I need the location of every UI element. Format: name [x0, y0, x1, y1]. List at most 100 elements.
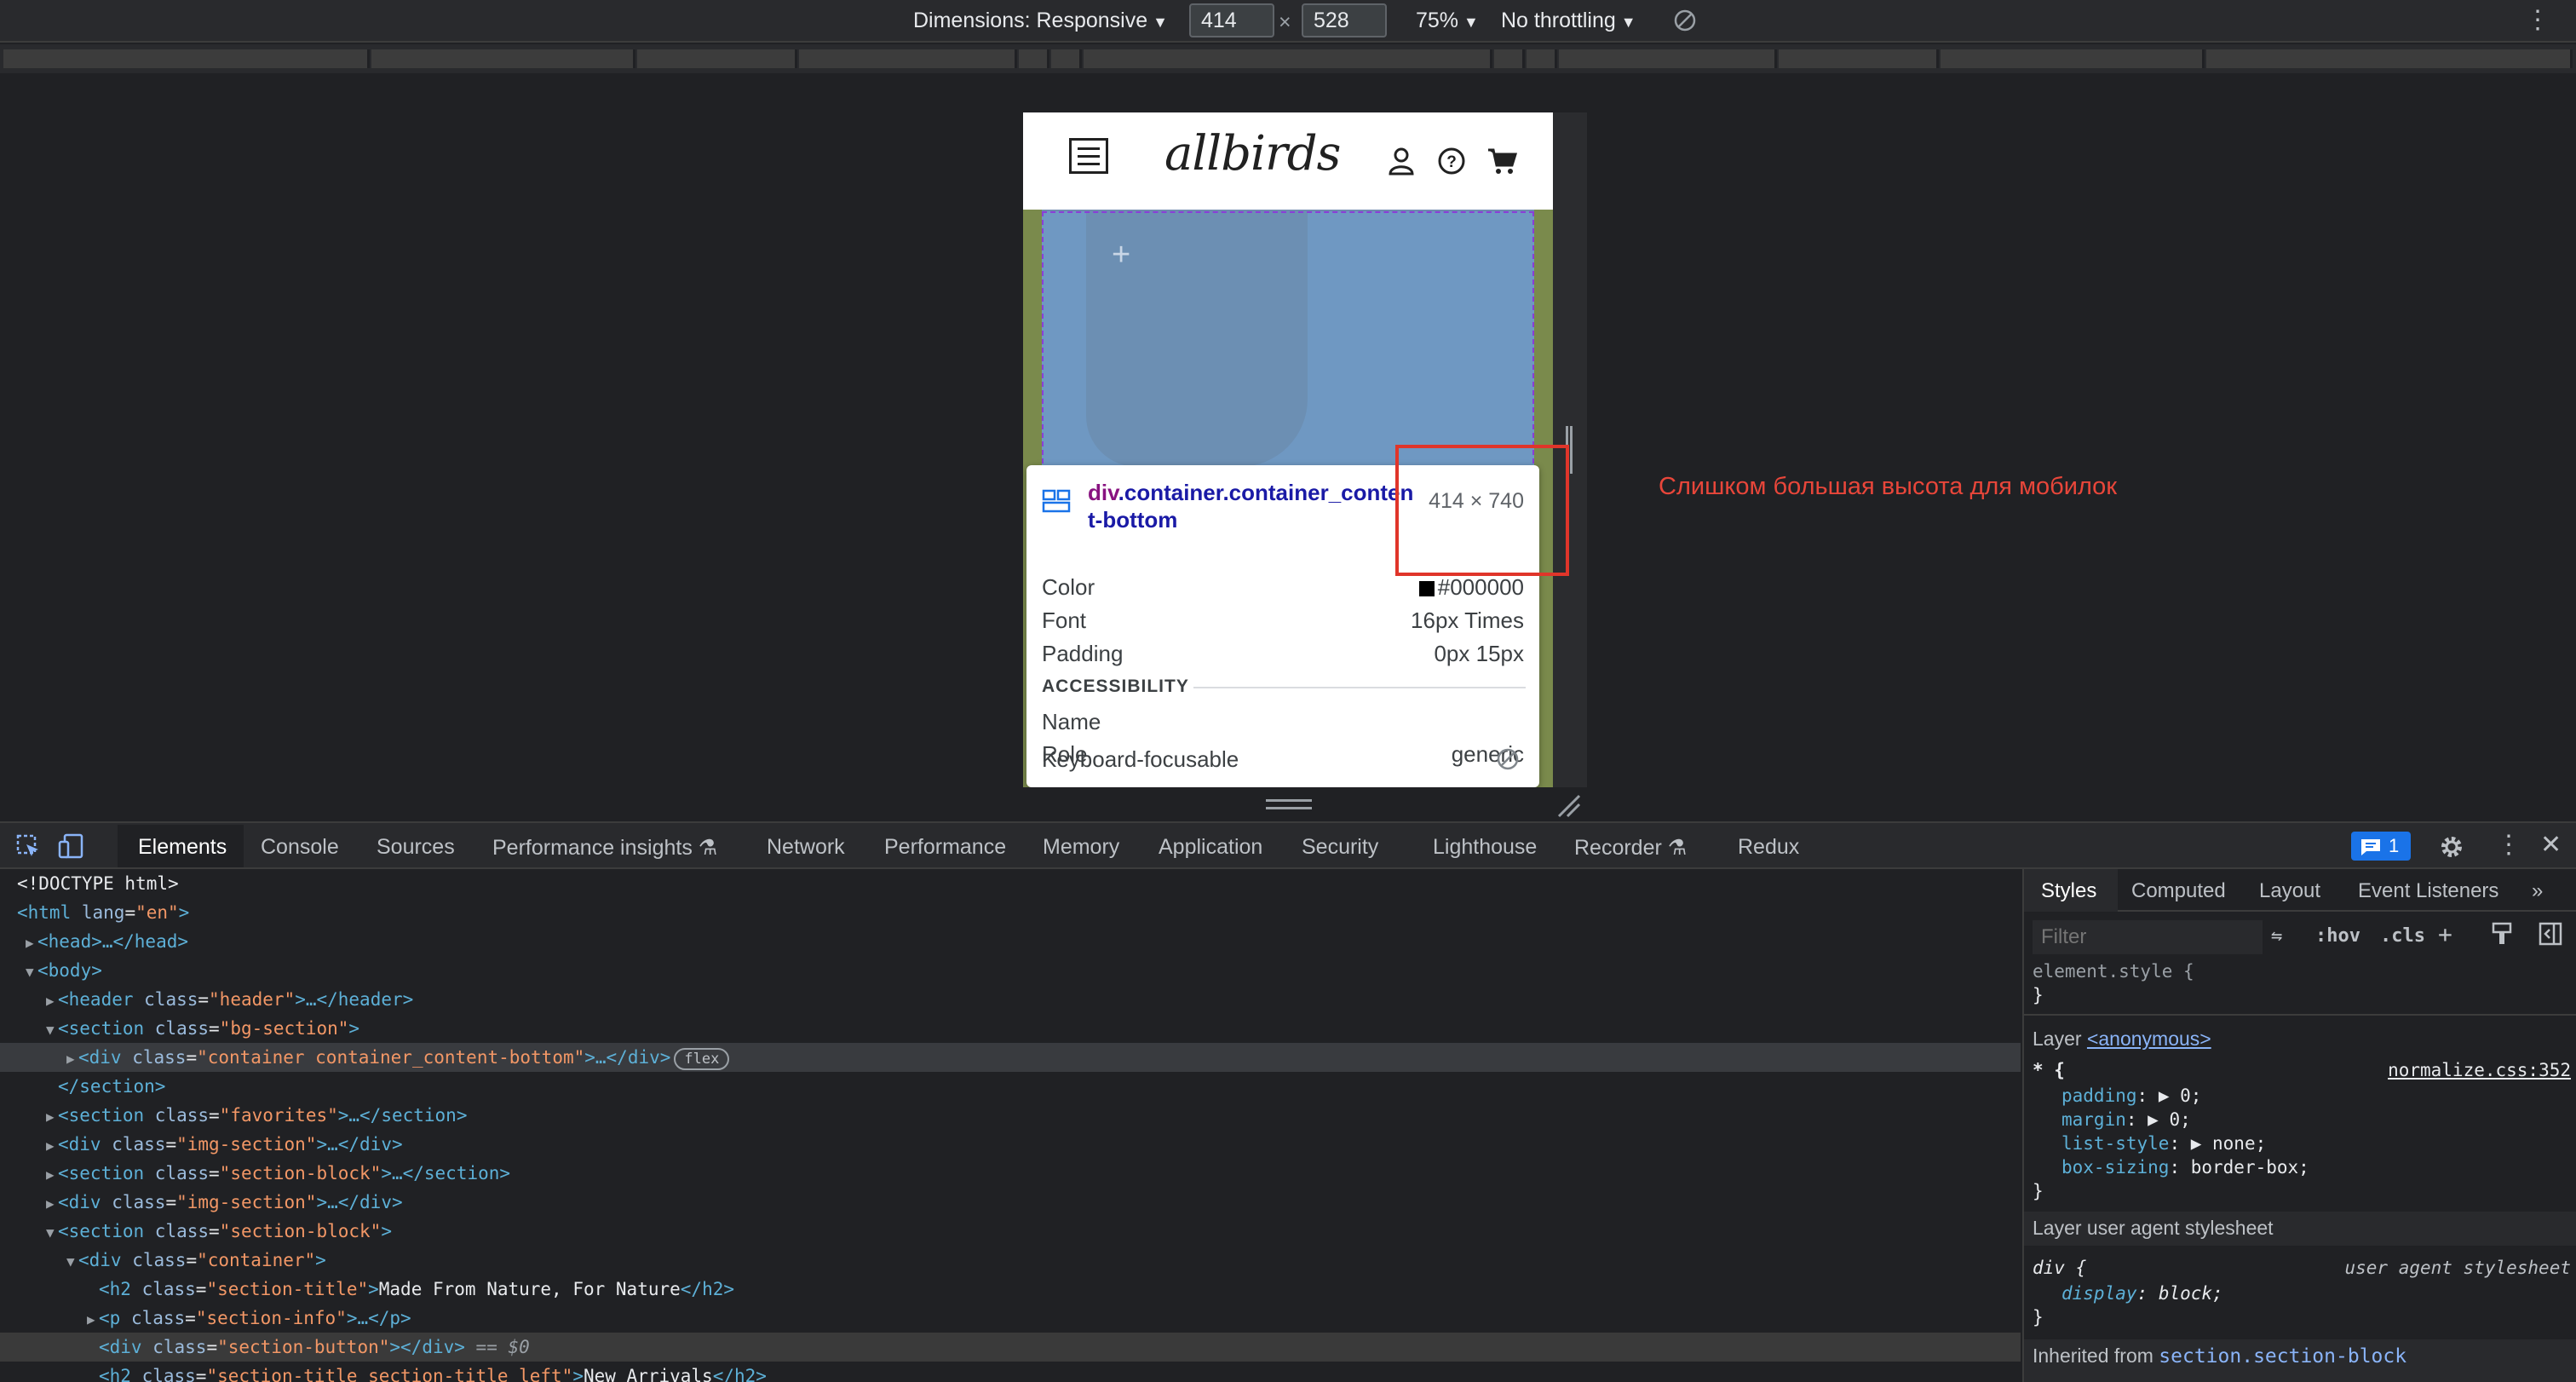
- tab-performance-insights[interactable]: Performance insights ⚗: [492, 835, 717, 861]
- expand-triangle-icon[interactable]: ▶: [46, 987, 58, 1016]
- expand-triangle-icon[interactable]: ▶: [46, 1103, 58, 1132]
- attr-name[interactable]: class: [142, 1337, 206, 1357]
- zoom-dropdown[interactable]: 75% ▼: [1416, 9, 1479, 33]
- toggle-sidebar-icon[interactable]: [2539, 922, 2562, 946]
- media-query-segment[interactable]: [637, 49, 797, 68]
- css-declaration[interactable]: display: block;: [2061, 1283, 2223, 1304]
- dom-node-row[interactable]: ▼ <section class="section-block">: [0, 1217, 2021, 1246]
- dom-node-row[interactable]: ▶ <section class="section-block">…</secti…: [0, 1159, 2021, 1188]
- tab-security[interactable]: Security: [1302, 835, 1378, 860]
- collapse-triangle-icon[interactable]: ▼: [66, 1247, 78, 1276]
- throttling-dropdown[interactable]: No throttling ▼: [1501, 9, 1636, 33]
- text-node[interactable]: Made From Nature, For Nature: [379, 1279, 681, 1299]
- text-node[interactable]: New Arrivals: [584, 1366, 713, 1382]
- tab-application[interactable]: Application: [1159, 835, 1262, 860]
- tab-console[interactable]: Console: [261, 835, 339, 860]
- subtab-layout[interactable]: Layout: [2259, 879, 2320, 903]
- settings-gear-icon[interactable]: [2438, 833, 2465, 861]
- help-icon[interactable]: ?: [1437, 147, 1466, 176]
- dom-node-row[interactable]: ▶ <section class="favorites">…</section>: [0, 1101, 2021, 1130]
- attr-name[interactable]: class: [144, 1221, 209, 1241]
- attr-name[interactable]: class: [122, 1250, 186, 1270]
- dom-node-row[interactable]: ▶ <p class="section-info">…</p>: [0, 1304, 2021, 1333]
- dom-node-row[interactable]: ▶ <header class="header">…</header>: [0, 985, 2021, 1014]
- subtab-event-listeners[interactable]: Event Listeners: [2358, 879, 2498, 903]
- attr-value[interactable]: "section-title": [206, 1279, 368, 1299]
- attr-value[interactable]: "favorites": [220, 1105, 338, 1126]
- media-query-segment[interactable]: [2206, 49, 2573, 68]
- dom-node-row[interactable]: ▶ <div class="img-section">…</div>: [0, 1188, 2021, 1217]
- subtab-computed[interactable]: Computed: [2131, 879, 2226, 903]
- attr-value[interactable]: "img-section": [176, 1192, 316, 1212]
- attr-name[interactable]: class: [131, 1279, 196, 1299]
- dom-node-row[interactable]: <html lang="en">: [0, 898, 2021, 927]
- tab-sources[interactable]: Sources: [377, 835, 455, 860]
- customize-menu-icon[interactable]: ⋮: [2496, 830, 2521, 860]
- issues-badge[interactable]: 1: [2351, 832, 2411, 861]
- width-input[interactable]: 414: [1189, 3, 1274, 37]
- expand-triangle-icon[interactable]: ▶: [26, 929, 37, 958]
- dom-node-row[interactable]: ▼ <section class="bg-section">: [0, 1014, 2021, 1043]
- layer-link[interactable]: <anonymous>: [2087, 1028, 2211, 1050]
- expand-triangle-icon[interactable]: ▶: [46, 1160, 58, 1189]
- attr-value[interactable]: "section-block": [220, 1221, 382, 1241]
- attr-value[interactable]: "container": [197, 1250, 315, 1270]
- styles-filter-input[interactable]: [2033, 920, 2263, 954]
- media-query-segment[interactable]: [371, 49, 635, 68]
- attr-value[interactable]: "section-info": [196, 1308, 347, 1328]
- rule-source-link[interactable]: normalize.css:352: [2388, 1060, 2571, 1080]
- dom-node-row[interactable]: <div class="section-button"></div> == $0: [0, 1333, 2021, 1362]
- menu-icon[interactable]: [1069, 138, 1108, 174]
- media-query-segment[interactable]: [1084, 49, 1492, 68]
- media-query-segment[interactable]: [799, 49, 1017, 68]
- inspect-element-icon[interactable]: [15, 833, 41, 859]
- attr-value[interactable]: "header": [209, 989, 295, 1010]
- rule-selector[interactable]: div {: [2033, 1258, 2086, 1278]
- tab-performance[interactable]: Performance: [884, 835, 1006, 860]
- media-query-segment[interactable]: [1559, 49, 1777, 68]
- more-tabs-icon[interactable]: »: [2532, 879, 2543, 903]
- dom-node-row[interactable]: ▼ <div class="container">: [0, 1246, 2021, 1275]
- css-declaration[interactable]: box-sizing: border-box;: [2061, 1157, 2309, 1178]
- collapse-triangle-icon[interactable]: ▼: [46, 1016, 58, 1045]
- tab-network[interactable]: Network: [767, 835, 845, 860]
- collapse-triangle-icon[interactable]: ▼: [46, 1218, 58, 1247]
- attr-name[interactable]: class: [144, 1163, 209, 1183]
- attr-value[interactable]: "container container_content-bottom": [197, 1047, 584, 1068]
- attr-value[interactable]: "bg-section": [220, 1018, 349, 1039]
- attr-value[interactable]: "section-block": [220, 1163, 382, 1183]
- css-declaration[interactable]: margin: ▶ 0;: [2061, 1109, 2191, 1130]
- dom-node-row[interactable]: </section>: [0, 1072, 2021, 1101]
- inherited-from-selector[interactable]: section.section-block: [2159, 1345, 2406, 1368]
- dom-node-row[interactable]: ▶ <head>…</head>: [0, 927, 2021, 956]
- attr-name[interactable]: class: [101, 1192, 165, 1212]
- attr-name[interactable]: class: [120, 1308, 185, 1328]
- dom-node-row[interactable]: ▶ <div class="container container_content…: [0, 1043, 2021, 1072]
- tab-lighthouse[interactable]: Lighthouse: [1433, 835, 1537, 860]
- css-declaration[interactable]: padding: ▶ 0;: [2061, 1085, 2201, 1106]
- cls-toggle[interactable]: .cls: [2380, 925, 2425, 947]
- media-query-segment[interactable]: [1779, 49, 1939, 68]
- attr-value[interactable]: "en": [135, 902, 179, 923]
- more-options-icon[interactable]: ⋮: [2525, 5, 2550, 35]
- media-query-segment[interactable]: [1941, 49, 2205, 68]
- attr-name[interactable]: class: [101, 1134, 165, 1155]
- element-style-rule[interactable]: element.style {: [2033, 961, 2194, 982]
- tab-memory[interactable]: Memory: [1043, 835, 1119, 860]
- tab-redux[interactable]: Redux: [1738, 835, 1799, 860]
- attr-value[interactable]: "section-title section-title_left": [206, 1366, 572, 1382]
- media-query-segment[interactable]: [1051, 49, 1082, 68]
- media-query-segment[interactable]: [1019, 49, 1049, 68]
- hov-toggle[interactable]: :hov: [2315, 925, 2360, 947]
- dom-node-row[interactable]: ▼ <body>: [0, 956, 2021, 985]
- new-rule-icon[interactable]: +: [2438, 920, 2452, 948]
- paint-icon[interactable]: [2491, 922, 2513, 946]
- site-logo[interactable]: allbirds: [1164, 126, 1341, 181]
- dimensions-dropdown[interactable]: Dimensions: Responsive ▼: [913, 9, 1168, 33]
- tab-recorder[interactable]: Recorder ⚗: [1574, 835, 1687, 861]
- corner-resize-icon[interactable]: [1555, 792, 1581, 818]
- rotate-icon[interactable]: [1673, 9, 1697, 32]
- rule-selector[interactable]: * {: [2033, 1060, 2065, 1080]
- elements-tree[interactable]: <!DOCTYPE html> <html lang="en"> ▶ <head>…<…: [0, 869, 2021, 1382]
- toggle-rendering-icon[interactable]: ⇋: [2271, 925, 2282, 947]
